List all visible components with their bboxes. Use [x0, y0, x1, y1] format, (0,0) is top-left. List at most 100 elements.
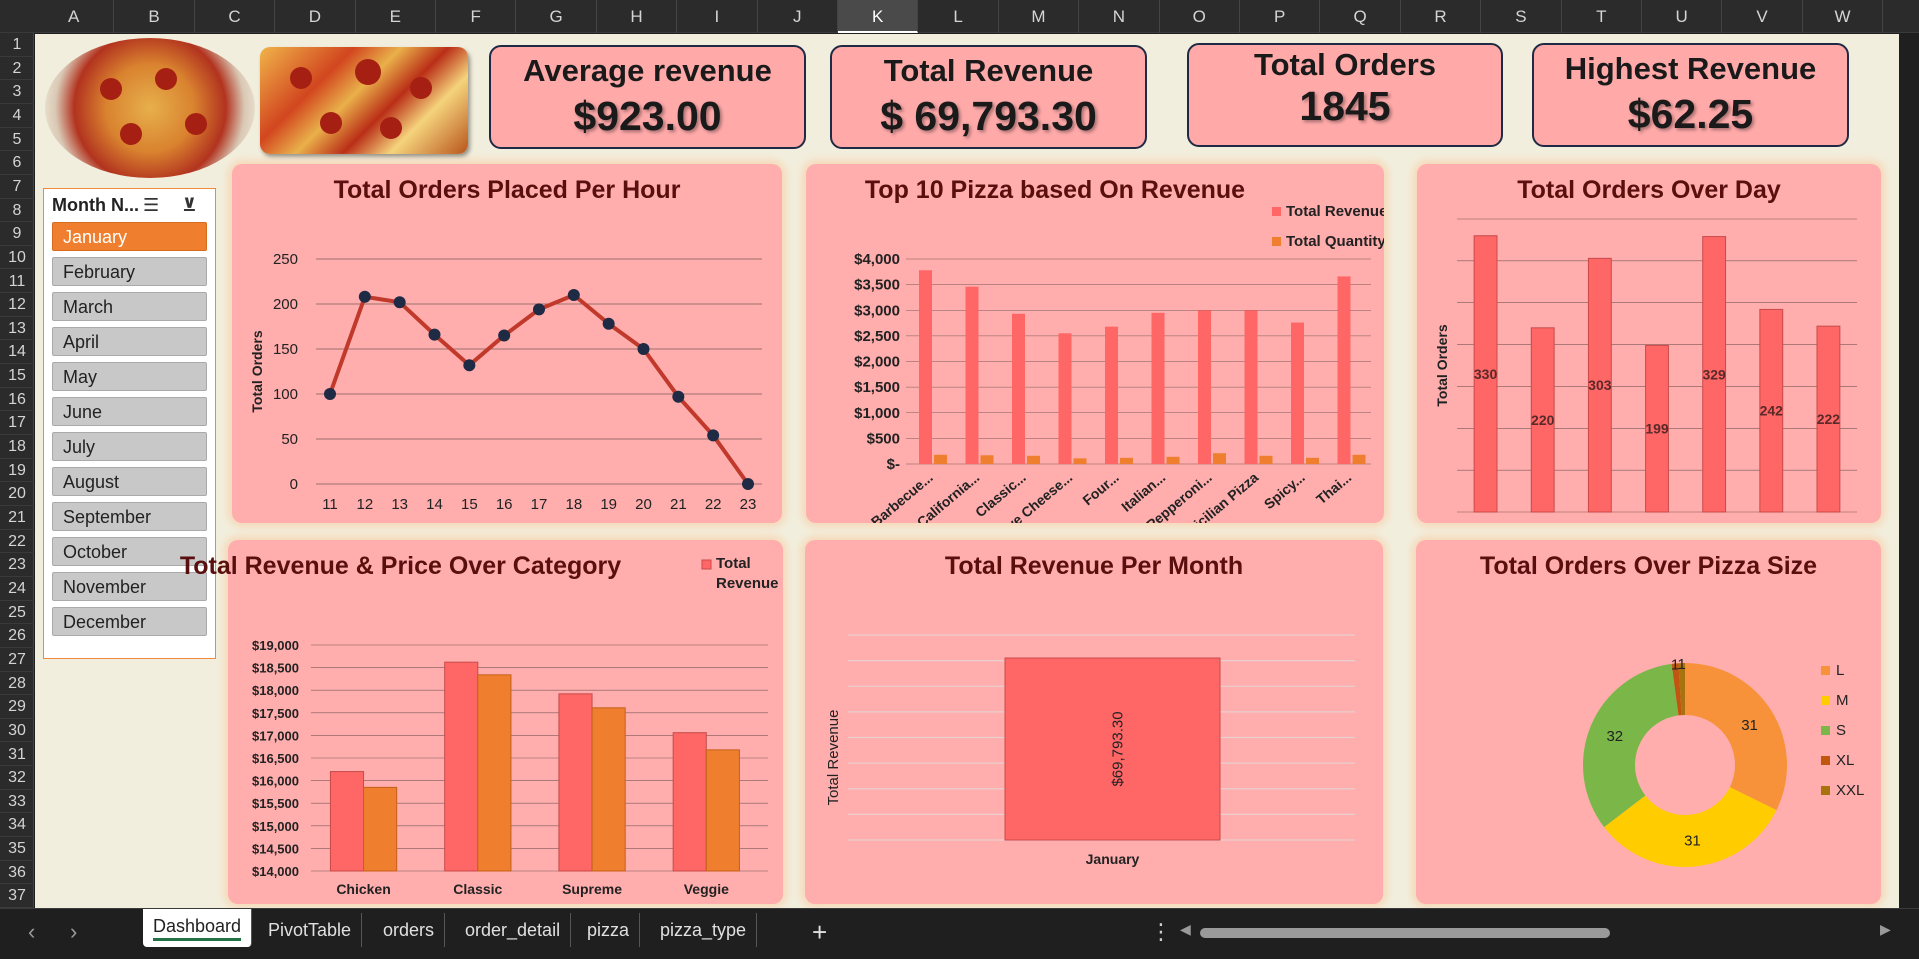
row-header-22[interactable]: 22: [0, 530, 34, 554]
row-header-16[interactable]: 16: [0, 388, 34, 412]
row-header-35[interactable]: 35: [0, 837, 34, 861]
row-header-18[interactable]: 18: [0, 435, 34, 459]
column-header-m[interactable]: M: [999, 0, 1080, 33]
column-header-g[interactable]: G: [516, 0, 597, 33]
row-header-30[interactable]: 30: [0, 719, 34, 743]
row-header-6[interactable]: 6: [0, 151, 34, 175]
data-label: 1: [1678, 656, 1686, 673]
column-header-i[interactable]: I: [677, 0, 758, 33]
row-header-20[interactable]: 20: [0, 482, 34, 506]
slicer-item-february[interactable]: February: [52, 257, 207, 286]
row-header-32[interactable]: 32: [0, 766, 34, 790]
multi-select-icon[interactable]: ☰: [143, 195, 169, 219]
slicer-item-december[interactable]: December: [52, 607, 207, 636]
column-header-n[interactable]: N: [1079, 0, 1160, 33]
scrollbar-thumb[interactable]: [1200, 928, 1610, 938]
column-header-k[interactable]: K: [838, 0, 919, 33]
row-header-23[interactable]: 23: [0, 553, 34, 577]
bar-total-revenue: [1012, 313, 1026, 464]
column-header-q[interactable]: Q: [1320, 0, 1401, 33]
column-header-d[interactable]: D: [275, 0, 356, 33]
row-header-31[interactable]: 31: [0, 743, 34, 767]
column-header-u[interactable]: U: [1642, 0, 1723, 33]
row-header-9[interactable]: 9: [0, 222, 34, 246]
row-header-11[interactable]: 11: [0, 270, 34, 294]
row-header-12[interactable]: 12: [0, 293, 34, 317]
row-header-19[interactable]: 19: [0, 459, 34, 483]
prev-sheet-icon[interactable]: ‹: [28, 919, 35, 945]
sheet-tab-order-detail[interactable]: order_detail: [455, 913, 572, 947]
row-header-25[interactable]: 25: [0, 601, 34, 625]
row-header-8[interactable]: 8: [0, 199, 34, 223]
scroll-right-icon[interactable]: ▶: [1880, 921, 1891, 938]
column-header-l[interactable]: L: [918, 0, 999, 33]
row-header-4[interactable]: 4: [0, 104, 34, 128]
row-header-28[interactable]: 28: [0, 672, 34, 696]
slicer-item-july[interactable]: July: [52, 432, 207, 461]
next-sheet-icon[interactable]: ›: [70, 919, 77, 945]
horizontal-scrollbar[interactable]: [1180, 928, 1895, 938]
column-header-p[interactable]: P: [1240, 0, 1321, 33]
slicer-item-april[interactable]: April: [52, 327, 207, 356]
row-header-27[interactable]: 27: [0, 648, 34, 672]
row-header-21[interactable]: 21: [0, 506, 34, 530]
sheet-tab-orders[interactable]: orders: [373, 913, 446, 947]
row-header-33[interactable]: 33: [0, 790, 34, 814]
column-header-c[interactable]: C: [195, 0, 276, 33]
column-header-w[interactable]: W: [1803, 0, 1884, 33]
kpi-value: 1845: [1299, 83, 1391, 129]
slicer-item-march[interactable]: March: [52, 292, 207, 321]
vertical-scrollbar[interactable]: [1899, 34, 1919, 908]
legend-swatch: [1821, 666, 1830, 675]
row-header-3[interactable]: 3: [0, 80, 34, 104]
slicer-item-august[interactable]: August: [52, 467, 207, 496]
column-header-v[interactable]: V: [1722, 0, 1803, 33]
data-point: [533, 303, 545, 316]
row-header-1[interactable]: 1: [0, 33, 34, 57]
column-header-o[interactable]: O: [1160, 0, 1240, 33]
legend-swatch: [701, 559, 712, 570]
row-header-24[interactable]: 24: [0, 577, 34, 601]
row-header-13[interactable]: 13: [0, 317, 34, 341]
column-header-s[interactable]: S: [1481, 0, 1562, 33]
row-header-17[interactable]: 17: [0, 411, 34, 436]
x-tick-label: Four...: [1079, 469, 1121, 508]
row-header-26[interactable]: 26: [0, 624, 34, 648]
bar-total-revenue: [965, 286, 979, 464]
column-header-e[interactable]: E: [356, 0, 436, 33]
sheet-tab-dashboard[interactable]: Dashboard: [143, 909, 253, 947]
slicer-item-september[interactable]: September: [52, 502, 207, 531]
column-header-j[interactable]: J: [758, 0, 838, 33]
column-header-b[interactable]: B: [114, 0, 195, 33]
row-header-7[interactable]: 7: [0, 175, 34, 199]
slicer-item-june[interactable]: June: [52, 397, 207, 426]
y-tick-label: $1,000: [854, 405, 900, 422]
column-header-h[interactable]: H: [597, 0, 678, 33]
orders-per-hour-svg: 0 50 100 150 200 250 11 12 13 14 15 16 17 18 19 20 21 22 2…: [249, 251, 762, 523]
bar-price: [477, 674, 512, 872]
bar-total-quantity: [1166, 456, 1180, 464]
sheet-tab-pivottable[interactable]: PivotTable: [258, 913, 363, 947]
row-header-34[interactable]: 34: [0, 813, 34, 838]
slicer-item-january[interactable]: January: [52, 222, 207, 251]
more-options-icon[interactable]: ⋮: [1150, 919, 1172, 945]
slicer-item-may[interactable]: May: [52, 362, 207, 391]
x-tick-label: January: [1086, 851, 1140, 867]
column-header-r[interactable]: R: [1401, 0, 1482, 33]
add-sheet-button[interactable]: +: [812, 917, 827, 948]
y-tick-label: $14,500: [252, 841, 299, 856]
column-header-f[interactable]: F: [436, 0, 517, 33]
row-header-15[interactable]: 15: [0, 364, 34, 388]
sheet-tab-pizza[interactable]: pizza: [577, 913, 641, 947]
clear-filter-icon[interactable]: ⊻: [182, 195, 208, 219]
row-header-14[interactable]: 14: [0, 340, 34, 365]
row-header-37[interactable]: 37: [0, 884, 34, 909]
column-header-a[interactable]: A: [34, 0, 115, 33]
row-header-29[interactable]: 29: [0, 695, 34, 719]
row-header-2[interactable]: 2: [0, 57, 34, 81]
row-header-10[interactable]: 10: [0, 246, 34, 270]
sheet-tab-pizza-type[interactable]: pizza_type: [650, 913, 758, 947]
row-header-5[interactable]: 5: [0, 128, 34, 152]
column-header-t[interactable]: T: [1562, 0, 1642, 33]
row-header-36[interactable]: 36: [0, 861, 34, 885]
